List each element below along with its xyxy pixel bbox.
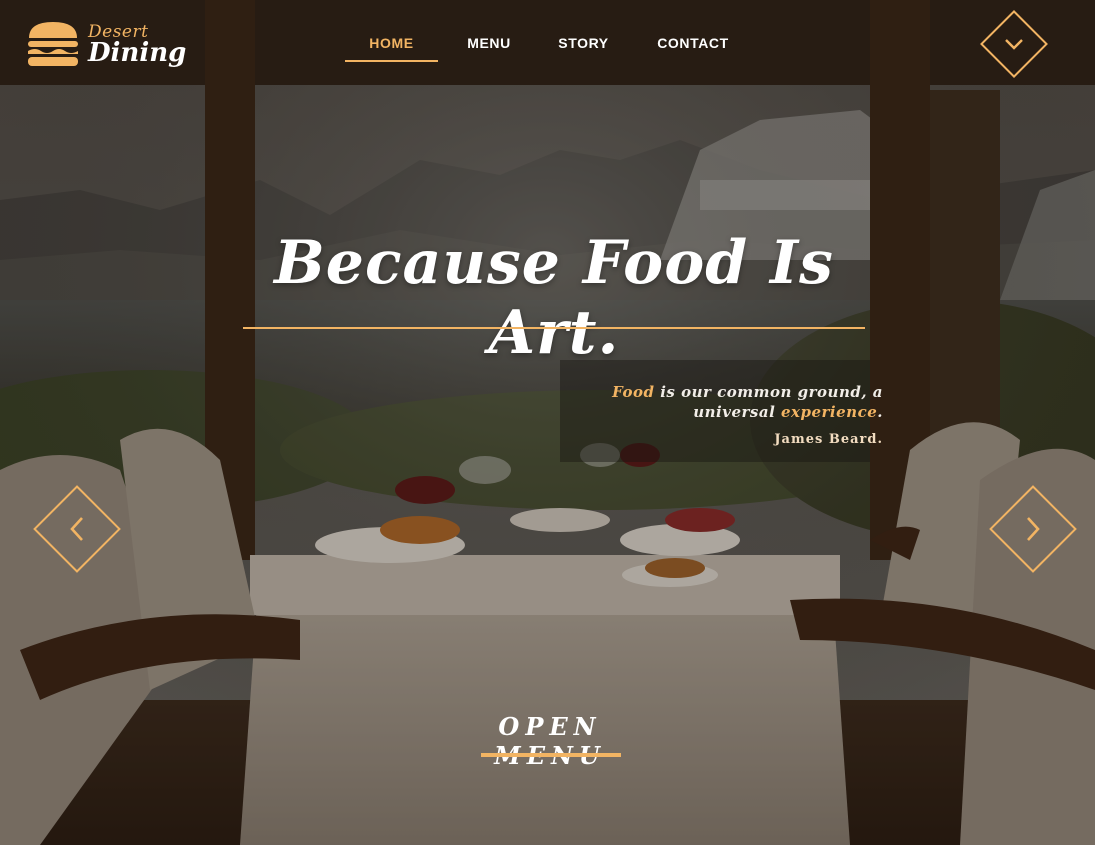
- nav-story[interactable]: STORY: [540, 32, 627, 62]
- brand-name-line2: Dining: [88, 38, 187, 68]
- brand-logo[interactable]: Desert Dining: [26, 18, 186, 78]
- nav-contact[interactable]: CONTACT: [627, 32, 759, 62]
- quote-author: James Beard.: [774, 432, 883, 447]
- nav-menu[interactable]: MENU: [438, 32, 540, 62]
- chevron-left-icon: [70, 517, 83, 541]
- quote-highlight-food: Food: [612, 383, 655, 401]
- nav-home[interactable]: HOME: [345, 32, 438, 62]
- headline-divider: [243, 327, 865, 329]
- quote-text-end: .: [877, 403, 883, 421]
- open-menu-underline: [481, 753, 621, 757]
- chevron-down-icon: [1005, 39, 1023, 50]
- hero-section: Desert Dining HOME MENU STORY CONTACT Be…: [0, 0, 1095, 845]
- open-menu-label: OPEN MENU: [494, 712, 606, 770]
- open-menu-button[interactable]: OPEN MENU: [440, 712, 660, 770]
- burger-icon: [28, 22, 78, 66]
- chevron-right-icon: [1027, 517, 1040, 541]
- hero-quote: Food is our common ground, a universal e…: [583, 382, 883, 422]
- hero-headline: Because Food Is Art.: [274, 228, 834, 368]
- quote-highlight-experience: experience: [781, 403, 878, 421]
- main-nav: HOME MENU STORY CONTACT: [345, 32, 759, 64]
